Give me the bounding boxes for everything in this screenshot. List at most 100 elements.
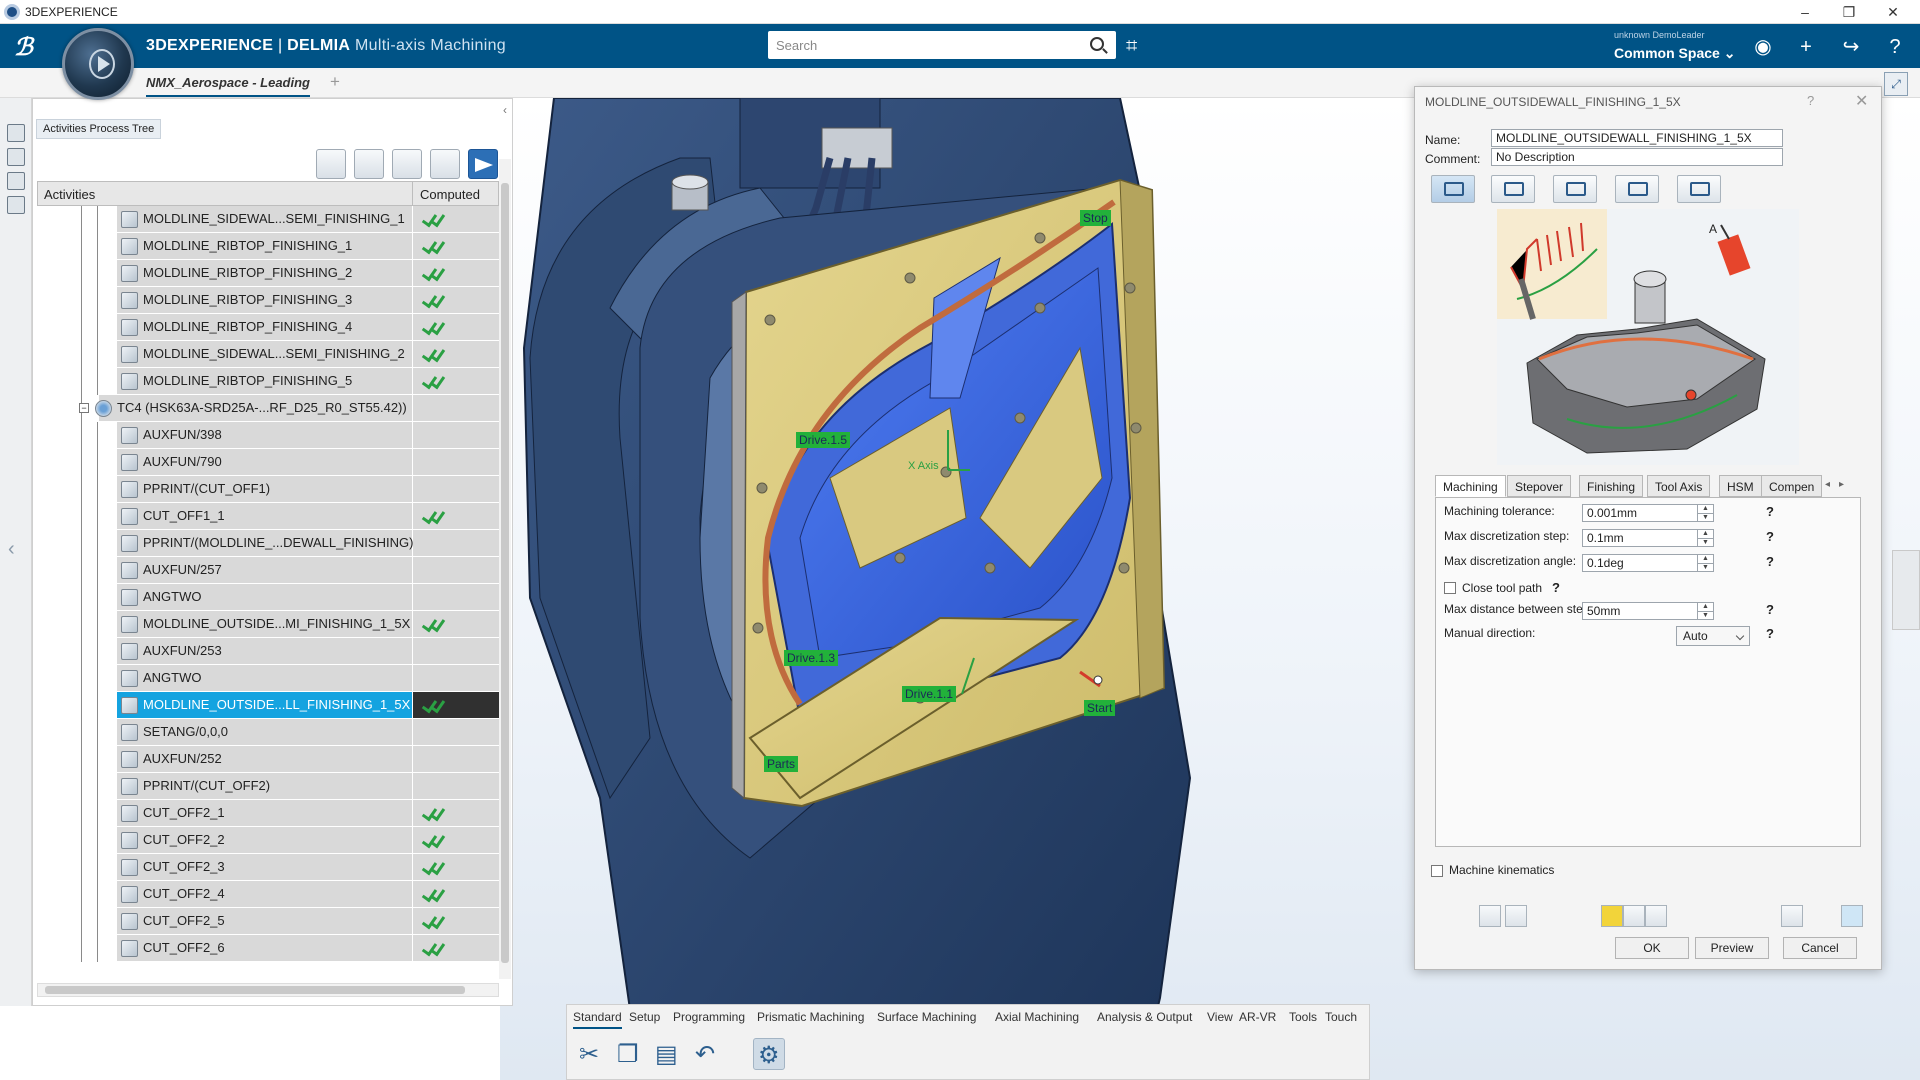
geometry-tab-icon[interactable] xyxy=(1491,175,1535,203)
subtab-compen[interactable]: Compen xyxy=(1761,475,1823,497)
table-row[interactable]: ANGTWO xyxy=(37,665,499,692)
comment-field[interactable] xyxy=(1491,148,1783,166)
points-icon[interactable] xyxy=(1781,905,1803,927)
process-tree-icon[interactable] xyxy=(7,124,25,142)
parts-label[interactable]: Parts xyxy=(764,756,799,772)
table-row[interactable]: AUXFUN/790 xyxy=(37,449,499,476)
max-distance-help[interactable]: ? xyxy=(1766,602,1774,617)
add-icon[interactable]: + xyxy=(1793,34,1819,60)
tag-icon[interactable]: ⌗ xyxy=(1126,35,1148,57)
update-icon[interactable]: ⚙ xyxy=(753,1038,785,1070)
close-tool-path-checkbox[interactable] xyxy=(1444,582,1456,594)
close-tool-path-help[interactable]: ? xyxy=(1552,580,1560,595)
dialog-close-button[interactable]: ✕ xyxy=(1855,91,1868,111)
collaborative-space-dropdown[interactable]: Common Space ⌄ xyxy=(1614,45,1735,62)
manual-direction-select[interactable]: Auto xyxy=(1676,626,1750,646)
minimize-button[interactable]: – xyxy=(1792,2,1818,22)
feeds-tab-icon[interactable] xyxy=(1615,175,1659,203)
horizontal-scroll-thumb[interactable] xyxy=(45,986,465,994)
machining-tolerance-help[interactable]: ? xyxy=(1766,504,1774,519)
start-label[interactable]: Start xyxy=(1084,700,1116,716)
max-disc-step-stepper[interactable]: 0.1mm ▲ ▼ xyxy=(1582,529,1714,547)
table-row[interactable]: CUT_OFF2_4 xyxy=(37,881,499,908)
table-row[interactable]: SETANG/0,0,0 xyxy=(37,719,499,746)
drive-1-1-label[interactable]: Drive.1.1 xyxy=(902,686,957,702)
machine-kinematics-checkbox[interactable] xyxy=(1431,865,1443,877)
tool-simulate-icon[interactable] xyxy=(1505,905,1527,927)
col-activities[interactable]: Activities xyxy=(44,187,95,202)
tab-view[interactable]: View xyxy=(1207,1010,1233,1024)
scissors-icon[interactable]: ✂ xyxy=(575,1038,607,1070)
table-row[interactable]: CUT_OFF2_3 xyxy=(37,854,499,881)
replay-toolpath-button[interactable] xyxy=(316,149,346,179)
subtab-prev-icon[interactable]: ◂ xyxy=(1825,479,1830,490)
undo-icon[interactable]: ↶ xyxy=(691,1038,723,1070)
table-row[interactable]: MOLDLINE_RIBTOP_FINISHING_4 xyxy=(37,314,499,341)
macro-tab-icon[interactable] xyxy=(1677,175,1721,203)
table-row[interactable]: AUXFUN/398 xyxy=(37,422,499,449)
next-arrow-button[interactable] xyxy=(468,149,498,179)
table-row[interactable]: MOLDLINE_RIBTOP_FINISHING_1 xyxy=(37,233,499,260)
display-icon[interactable] xyxy=(1623,905,1645,927)
layout-icon[interactable] xyxy=(1645,905,1667,927)
subtab-tool-axis[interactable]: Tool Axis xyxy=(1647,475,1711,497)
close-window-button[interactable]: ✕ xyxy=(1880,2,1906,22)
table-row[interactable]: PPRINT/(MOLDLINE_...DEWALL_FINISHING) xyxy=(37,530,499,557)
table-row[interactable]: ANGTWO xyxy=(37,584,499,611)
tab-prismatic-machining[interactable]: Prismatic Machining xyxy=(757,1010,864,1024)
tool-replay-icon[interactable] xyxy=(1479,905,1501,927)
tool-tab-icon[interactable] xyxy=(1553,175,1597,203)
tab-setup[interactable]: Setup xyxy=(629,1010,660,1024)
resource-icon[interactable] xyxy=(7,172,25,190)
expand-icon[interactable]: ⤢ xyxy=(1884,72,1908,96)
expand-toggle-icon[interactable]: − xyxy=(79,403,89,413)
table-row[interactable]: AUXFUN/252 xyxy=(37,746,499,773)
subtab-stepover[interactable]: Stepover xyxy=(1507,475,1572,497)
ok-button[interactable]: OK xyxy=(1615,937,1689,959)
cancel-button[interactable]: Cancel xyxy=(1783,937,1857,959)
tab-tools[interactable]: Tools xyxy=(1289,1010,1317,1024)
table-row[interactable]: CUT_OFF2_1 xyxy=(37,800,499,827)
table-row[interactable]: PPRINT/(CUT_OFF2) xyxy=(37,773,499,800)
subtab-next-icon[interactable]: ▸ xyxy=(1839,479,1844,490)
table-row[interactable]: CUT_OFF2_5 xyxy=(37,908,499,935)
search-input[interactable] xyxy=(776,35,1076,55)
table-row[interactable]: MOLDLINE_OUTSIDE...LL_FINISHING_1_5X xyxy=(37,692,499,719)
vertical-scroll-thumb[interactable] xyxy=(501,183,509,963)
paste-icon[interactable]: ▤ xyxy=(651,1038,683,1070)
col-computed[interactable]: Computed xyxy=(420,187,480,202)
preview-button[interactable]: Preview xyxy=(1695,937,1769,959)
report-icon[interactable] xyxy=(7,196,25,214)
subtab-hsm[interactable]: HSM xyxy=(1719,475,1762,497)
layers-button[interactable] xyxy=(430,149,460,179)
subtab-finishing[interactable]: Finishing xyxy=(1579,475,1644,497)
dialog-help-button[interactable]: ? xyxy=(1807,93,1814,108)
search-box[interactable] xyxy=(768,31,1116,59)
max-disc-step-help[interactable]: ? xyxy=(1766,529,1774,544)
user-profile-icon[interactable]: ◉ xyxy=(1750,34,1776,60)
tab-surface-machining[interactable]: Surface Machining xyxy=(877,1010,976,1024)
table-row[interactable]: AUXFUN/257 xyxy=(37,557,499,584)
tab-axial-machining[interactable]: Axial Machining xyxy=(995,1010,1079,1024)
drive-1-3-label[interactable]: Drive.1.3 xyxy=(784,650,839,666)
drive-1-5-label[interactable]: Drive.1.5 xyxy=(796,432,851,448)
collapse-panel-icon[interactable]: ‹ xyxy=(503,103,507,117)
remove-toolpath-button[interactable] xyxy=(354,149,384,179)
table-row[interactable]: MOLDLINE_RIBTOP_FINISHING_5 xyxy=(37,368,499,395)
column-separator[interactable] xyxy=(412,182,413,205)
tab-ar-vr[interactable]: AR-VR xyxy=(1239,1010,1276,1024)
manual-direction-help[interactable]: ? xyxy=(1766,626,1774,641)
help-icon[interactable]: ? xyxy=(1882,34,1908,60)
tab-programming[interactable]: Programming xyxy=(673,1010,745,1024)
tab-touch[interactable]: Touch xyxy=(1325,1010,1357,1024)
strategy-tab-icon[interactable] xyxy=(1431,175,1475,203)
tool-path-button[interactable] xyxy=(392,149,422,179)
search-icon[interactable] xyxy=(1090,37,1104,51)
table-row[interactable]: CUT_OFF2_2 xyxy=(37,827,499,854)
table-row[interactable]: MOLDLINE_OUTSIDE...MI_FINISHING_1_5X xyxy=(37,611,499,638)
table-row[interactable]: − TC4 (HSK63A-SRD25A-...RF_D25_R0_ST55.42… xyxy=(37,395,499,422)
table-row[interactable]: MOLDLINE_SIDEWAL...SEMI_FINISHING_2 xyxy=(37,341,499,368)
share-icon[interactable]: ↪ xyxy=(1838,34,1864,60)
document-tab[interactable]: NMX_Aerospace - Leading xyxy=(146,75,310,97)
table-row[interactable]: MOLDLINE_RIBTOP_FINISHING_3 xyxy=(37,287,499,314)
